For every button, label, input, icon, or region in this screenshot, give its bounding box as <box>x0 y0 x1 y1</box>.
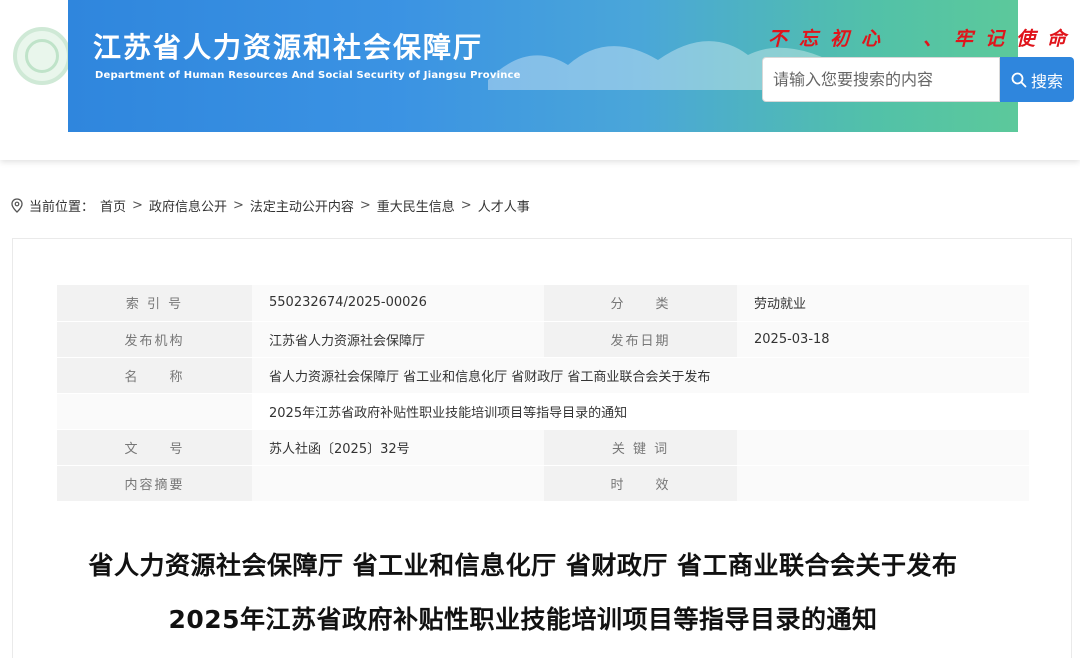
name-value-line2: 2025年江苏省政府补贴性职业技能培训项目等指导目录的通知 <box>252 393 1029 430</box>
breadcrumb-statutory[interactable]: 法定主动公开内容 <box>250 196 354 215</box>
logo-emblem <box>25 39 59 73</box>
breadcrumb-separator: > <box>359 198 371 213</box>
breadcrumb-gov-info[interactable]: 政府信息公开 <box>149 196 227 215</box>
name-label-continued <box>57 393 252 430</box>
category-value: 劳动就业 <box>737 285 1029 322</box>
search-input[interactable] <box>762 57 1000 102</box>
breadcrumb-talent[interactable]: 人才人事 <box>478 196 530 215</box>
article-title-line1: 省人力资源社会保障厅 省工业和信息化厅 省财政厅 省工商业联合会关于发布 <box>88 551 958 580</box>
name-value-line1: 省人力资源社会保障厅 省工业和信息化厅 省财政厅 省工商业联合会关于发布 <box>252 357 1029 394</box>
search-icon <box>1011 72 1027 87</box>
breadcrumb: 当前位置： 首页 > 政府信息公开 > 法定主动公开内容 > 重大民生信息 > … <box>11 196 530 215</box>
table-row: 名 称 省人力资源社会保障厅 省工业和信息化厅 省财政厅 省工商业联合会关于发布 <box>57 357 1029 394</box>
breadcrumb-separator: > <box>132 198 143 213</box>
index-value: 550232674/2025-00026 <box>252 285 544 322</box>
validity-value <box>737 465 1029 502</box>
breadcrumb-separator: > <box>460 198 472 213</box>
summary-label: 内容摘要 <box>57 465 252 502</box>
breadcrumb-home[interactable]: 首页 <box>100 196 126 215</box>
breadcrumb-livelihood[interactable]: 重大民生信息 <box>377 196 455 215</box>
name-label: 名 称 <box>57 357 252 394</box>
slogan: 不忘初心 、牢记使命 <box>768 28 1079 50</box>
document-info-table: 索 引 号 550232674/2025-00026 分 类 劳动就业 发布机构… <box>57 285 1029 502</box>
date-value: 2025-03-18 <box>737 321 1029 358</box>
table-row: 索 引 号 550232674/2025-00026 分 类 劳动就业 <box>57 285 1029 322</box>
breadcrumb-prefix: 当前位置： <box>29 200 95 215</box>
doc-no-value: 苏人社函〔2025〕32号 <box>252 429 544 466</box>
table-row: 发布机构 江苏省人力资源社会保障厅 发布日期 2025-03-18 <box>57 321 1029 358</box>
doc-no-label: 文 号 <box>57 429 252 466</box>
publisher-label: 发布机构 <box>57 321 252 358</box>
summary-value <box>252 465 544 502</box>
category-label: 分 类 <box>544 285 737 322</box>
date-label: 发布日期 <box>544 321 737 358</box>
site-subtitle: Department of Human Resources And Social… <box>95 70 521 81</box>
keywords-label: 关 键 词 <box>544 429 737 466</box>
keywords-value <box>737 429 1029 466</box>
search-button-label: 搜索 <box>1030 71 1063 91</box>
article-title-line2: 2025年江苏省政府补贴性职业技能培训项目等指导目录的通知 <box>168 605 878 634</box>
table-row: 文 号 苏人社函〔2025〕32号 关 键 词 <box>57 429 1029 466</box>
location-pin-icon <box>11 198 23 213</box>
table-row: 内容摘要 时 效 <box>57 465 1029 502</box>
site-header: 江苏省人力资源和社会保障厅 Department of Human Resour… <box>0 0 1080 160</box>
validity-label: 时 效 <box>544 465 737 502</box>
site-title: 江苏省人力资源和社会保障厅 <box>93 31 484 64</box>
site-logo[interactable] <box>13 27 71 85</box>
breadcrumb-separator: > <box>232 198 244 213</box>
index-label: 索 引 号 <box>57 285 252 322</box>
publisher-value: 江苏省人力资源社会保障厅 <box>252 321 544 358</box>
table-row: 2025年江苏省政府补贴性职业技能培训项目等指导目录的通知 <box>57 393 1029 430</box>
search-button[interactable]: 搜索 <box>1000 57 1074 102</box>
